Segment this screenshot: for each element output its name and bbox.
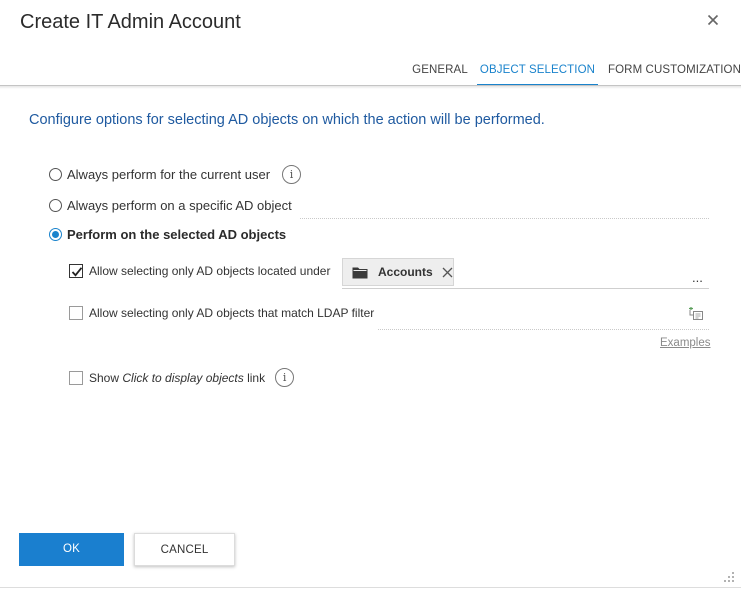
tab-bar: GENERAL OBJECT SELECTION FORM CUSTOMIZAT… <box>0 55 741 86</box>
close-button[interactable] <box>705 12 721 28</box>
tab-form-customization[interactable]: FORM CUSTOMIZATION <box>608 55 741 86</box>
show-link-label-italic: Click to display objects <box>122 370 244 385</box>
radio-specific-object[interactable]: Always perform on a specific AD object <box>49 198 292 213</box>
close-icon <box>707 14 719 26</box>
checkmark-icon <box>71 267 83 277</box>
radio-label: Always perform on a specific AD object <box>67 198 292 213</box>
show-link-label-suffix: link <box>243 370 266 385</box>
radio-button[interactable] <box>49 168 62 181</box>
browse-button[interactable]: ... <box>692 270 703 285</box>
ok-button[interactable]: OK <box>19 533 124 566</box>
located-under-label: Allow selecting only AD objects located … <box>89 264 331 278</box>
radio-current-user[interactable]: Always perform for the current user i <box>49 165 302 184</box>
located-under-field-underline <box>342 288 709 289</box>
ldap-filter-option[interactable]: Allow selecting only AD objects that mat… <box>69 306 374 320</box>
remove-icon[interactable] <box>442 267 453 278</box>
radio-selected-objects[interactable]: Perform on the selected AD objects <box>49 227 286 242</box>
container-chip[interactable]: Accounts <box>342 258 454 286</box>
tab-general[interactable]: GENERAL <box>409 55 471 86</box>
tab-object-selection[interactable]: OBJECT SELECTION <box>477 55 598 86</box>
ldap-filter-label: Allow selecting only AD objects that mat… <box>89 306 375 320</box>
cancel-button[interactable]: CANCEL <box>134 533 235 566</box>
info-icon[interactable]: i <box>282 165 302 184</box>
folder-icon <box>352 267 368 278</box>
radio-button[interactable] <box>49 199 62 212</box>
radio-button-selected[interactable] <box>49 228 62 241</box>
section-description: Configure options for selecting AD objec… <box>29 112 545 128</box>
filter-builder-icon[interactable] <box>688 307 704 326</box>
specific-object-field[interactable] <box>300 218 709 219</box>
examples-link[interactable]: Examples <box>660 337 711 349</box>
tab-divider-shadow <box>0 86 741 89</box>
radio-label: Perform on the selected AD objects <box>67 227 287 242</box>
chip-label: Accounts <box>378 265 433 279</box>
radio-label: Always perform for the current user <box>67 167 271 182</box>
show-link-label-prefix: Show <box>89 370 123 385</box>
show-link-option[interactable]: Show Click to display objects link i <box>69 368 295 387</box>
footer-divider <box>0 587 741 588</box>
info-icon[interactable]: i <box>275 368 295 387</box>
located-under-option[interactable]: Allow selecting only AD objects located … <box>69 264 330 278</box>
ldap-filter-checkbox[interactable] <box>69 306 83 320</box>
ldap-filter-input[interactable] <box>378 329 709 330</box>
dialog-title: Create IT Admin Account <box>20 11 241 33</box>
show-link-checkbox[interactable] <box>69 370 83 385</box>
located-under-checkbox[interactable] <box>69 264 83 278</box>
resize-grip-icon[interactable] <box>723 570 735 588</box>
